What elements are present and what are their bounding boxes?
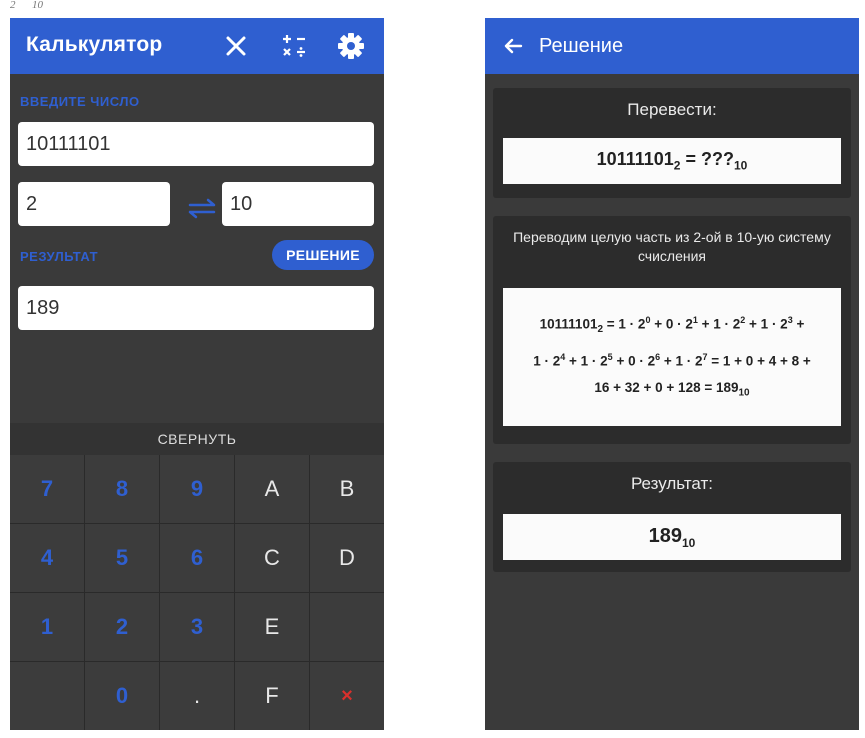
app-title: Калькулятор	[26, 33, 163, 56]
key-6[interactable]: 6	[160, 524, 234, 592]
key-8[interactable]: 8	[85, 455, 159, 523]
key-empty-1	[310, 593, 384, 661]
operations-icon[interactable]	[278, 30, 310, 62]
result-base: 10	[682, 535, 696, 550]
close-icon[interactable]	[220, 30, 252, 62]
result-box: 18910	[503, 514, 841, 560]
task-card: Перевести: 101111012 = ???10	[493, 88, 851, 198]
result-label: РЕЗУЛЬТАТ	[20, 249, 99, 264]
key-d[interactable]: D	[310, 524, 384, 592]
key-dot[interactable]: .	[160, 662, 234, 730]
solution-app-bar: Решение	[485, 18, 859, 74]
solution-screen: Решение Перевести: 101111012 = ???10 Пер…	[485, 18, 859, 730]
swap-bases-icon[interactable]	[182, 196, 222, 220]
key-empty-2	[10, 662, 84, 730]
key-9[interactable]: 9	[160, 455, 234, 523]
key-0[interactable]: 0	[85, 662, 159, 730]
key-5[interactable]: 5	[85, 524, 159, 592]
explanation-card: Переводим целую часть из 2-ой в 10-ую си…	[493, 216, 851, 444]
result-card: Результат: 18910	[493, 462, 851, 572]
settings-gear-icon[interactable]	[335, 30, 367, 62]
task-equals: = ???	[680, 149, 734, 170]
key-7[interactable]: 7	[10, 455, 84, 523]
result-card-label: Результат:	[630, 474, 714, 493]
enter-number-label: ВВЕДИТЕ ЧИСЛО	[20, 94, 140, 109]
explanation-text: Переводим целую часть из 2-ой в 10-ую си…	[513, 229, 831, 264]
from-base-value: 2	[26, 192, 38, 215]
cropped-caption-fragment: 2 10	[10, 0, 43, 11]
calculation-expression: 101111012 = 1 · 20 + 0 · 21 + 1 · 22 + 1…	[533, 315, 811, 399]
key-4[interactable]: 4	[10, 524, 84, 592]
to-base-value: 10	[230, 192, 253, 215]
task-base-to: 10	[733, 158, 748, 173]
result-field[interactable]: 189	[18, 286, 374, 330]
key-3[interactable]: 3	[160, 593, 234, 661]
to-base-input[interactable]: 10	[222, 182, 374, 226]
calculation-box: 101111012 = 1 · 20 + 0 · 21 + 1 · 22 + 1…	[503, 288, 841, 426]
from-base-input[interactable]: 2	[18, 182, 170, 226]
key-b[interactable]: B	[310, 455, 384, 523]
result-expression: 18910	[649, 525, 696, 550]
key-e[interactable]: E	[235, 593, 309, 661]
calculator-screen: Калькулятор ВВЕДИТЕ ЧИСЛО 10111101 2 10 …	[10, 18, 384, 730]
solution-button[interactable]: РЕШЕНИЕ	[272, 240, 374, 270]
key-2[interactable]: 2	[85, 593, 159, 661]
task-expression: 101111012 = ???10	[597, 149, 748, 173]
key-c[interactable]: C	[235, 524, 309, 592]
convert-label: Перевести:	[627, 100, 717, 119]
task-number: 10111101	[596, 149, 674, 170]
result-number: 189	[648, 524, 682, 547]
key-1[interactable]: 1	[10, 593, 84, 661]
keypad: 7 8 9 A B 4 5 6 C D 1 2 3 E 0 . F ×	[10, 455, 384, 730]
collapse-keyboard-button[interactable]: СВЕРНУТЬ	[10, 423, 384, 455]
key-delete[interactable]: ×	[310, 662, 384, 730]
key-a[interactable]: A	[235, 455, 309, 523]
calculator-app-bar: Калькулятор	[10, 18, 384, 74]
back-arrow-icon[interactable]	[499, 32, 527, 60]
key-f[interactable]: F	[235, 662, 309, 730]
result-value: 189	[26, 296, 60, 319]
number-input[interactable]: 10111101	[18, 122, 374, 166]
task-expression-box: 101111012 = ???10	[503, 138, 841, 184]
solution-title: Решение	[539, 35, 624, 57]
number-input-value: 10111101	[26, 132, 111, 155]
